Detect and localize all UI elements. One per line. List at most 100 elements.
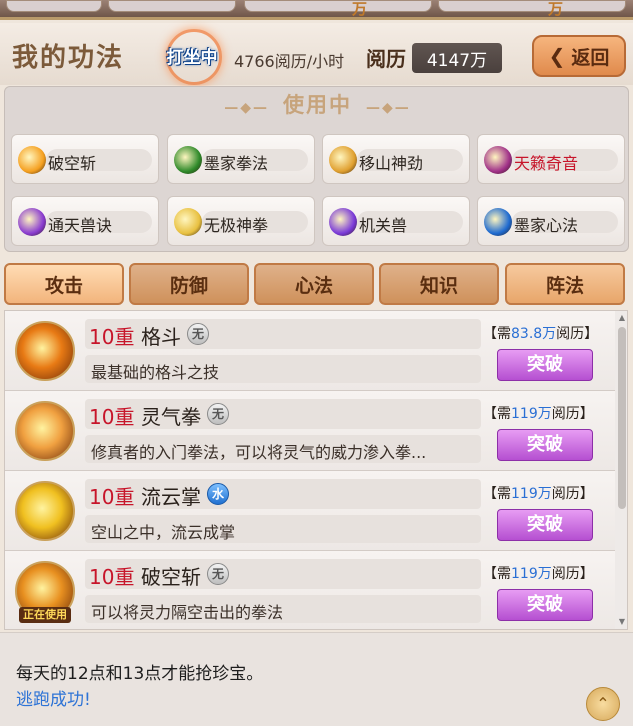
back-button[interactable]: ❮ 返回 [532,35,626,77]
slot-label: 天籁奇音 [514,154,579,173]
in-use-title: —◆— 使用中 —◆— [5,89,630,119]
tab-label: 知识 [419,274,458,297]
top-strip: 万 万 [0,0,633,20]
top-partial-text: 万 [352,0,368,18]
breakthrough-cost: 【需119万阅历】 [483,403,594,423]
element-badge-icon: 无 [207,403,229,425]
spirit-fist-icon[interactable] [15,401,75,461]
skill-name: 流云掌 [141,485,201,509]
combat-message[interactable]: 逃跑成功! [16,685,91,710]
back-label: 返回 [571,46,610,69]
cost-value: 119万 [511,406,552,422]
scroll-top-icon[interactable]: ⌃ [586,687,620,721]
slot-label: 破空斩 [48,154,97,173]
element-badge-icon: 无 [207,563,229,585]
xp-value: 4147万 [412,43,502,73]
skill-description: 可以将灵力隔空击出的拳法 [91,603,284,622]
breakthrough-button[interactable]: 突破 [497,349,593,381]
scrollbar-thumb[interactable] [618,327,626,509]
message-area: 每天的12点和13点才能抢珍宝。 逃跑成功! ⌃ [0,632,633,726]
slot-label: 通天兽诀 [48,216,113,235]
skill-level: 10重 [89,485,135,509]
top-tab-piece[interactable] [244,0,432,12]
cost-suffix: 阅历】 [556,326,599,342]
mech-beast-icon [329,208,357,236]
ornament-left-icon: —◆— [224,100,269,116]
slot-label: 机关兽 [359,216,408,235]
slash-icon [18,146,46,174]
cost-prefix: 【需 [483,326,511,342]
cost-suffix: 阅历】 [551,486,594,502]
in-use-slot[interactable]: 墨家心法 [477,196,625,246]
skill-list[interactable]: 10重 格斗无【需83.8万阅历】 最基础的格斗之技 突破 10重 灵气拳无【需119万阅… [4,310,628,630]
breakthrough-cost: 【需119万阅历】 [483,483,594,503]
scrollbar[interactable]: ▲ ▼ [615,311,627,629]
fist-fire-icon[interactable] [15,321,75,381]
top-tab-piece[interactable] [6,0,102,12]
cost-prefix: 【需 [483,406,511,422]
spirit-icon [484,208,512,236]
ornament-right-icon: —◆— [366,100,411,116]
skill-row: 正在使用 10重 破空斩无 【需119万阅历】可以将灵力隔空击出的拳法 突破 [5,551,615,629]
slot-label: 墨家拳法 [204,154,269,173]
skill-name: 格斗 [141,325,181,349]
fist-icon [174,146,202,174]
top-tab-piece[interactable] [108,0,236,12]
tab-label: 心法 [294,274,333,297]
top-partial-text: 万 [548,0,564,18]
in-use-slot[interactable]: 移山神劲 [322,134,470,184]
in-use-panel: —◆— 使用中 —◆— 破空斩 墨家拳法 移山神劲 天籁奇音通天兽诀 无极神拳 机关兽 墨家心法 [4,86,629,252]
scroll-down-icon[interactable]: ▼ [617,617,627,626]
skill-name: 灵气拳 [141,405,201,429]
cost-value: 83.8万 [511,326,557,342]
breakthrough-button[interactable]: 突破 [497,429,593,461]
skill-row: 10重 灵气拳无 【需119万阅历】修真者的入门拳法，可以将灵气的威力渗入拳... 突… [5,391,615,471]
tab-label: 防御 [169,274,208,297]
breakthrough-cost: 【需83.8万阅历】 [483,323,598,343]
in-use-slot[interactable]: 墨家拳法 [167,134,315,184]
slot-label: 墨家心法 [514,216,579,235]
mountain-icon [329,146,357,174]
in-use-title-text: 使用中 [283,93,352,117]
slot-label: 无极神拳 [204,216,269,235]
skill-level: 10重 [89,325,135,349]
beast-icon [18,208,46,236]
xp-label: 阅历 [366,47,406,71]
cost-value: 119万 [511,486,552,502]
in-use-slot[interactable]: 无极神拳 [167,196,315,246]
cost-suffix: 阅历】 [551,406,594,422]
tab-defense[interactable]: 防御 [129,263,249,305]
skill-name: 破空斩 [141,565,201,589]
cost-suffix: 阅历】 [551,566,594,582]
tab-knowledge[interactable]: 知识 [379,263,499,305]
system-message: 每天的12点和13点才能抢珍宝。 [16,664,264,684]
in-use-tag: 正在使用 [19,607,71,623]
breakthrough-button[interactable]: 突破 [497,589,593,621]
top-tab-piece[interactable] [438,0,626,12]
breakthrough-button[interactable]: 突破 [497,509,593,541]
skill-description: 修真者的入门拳法，可以将灵气的威力渗入拳... [91,443,427,462]
scroll-up-icon[interactable]: ▲ [617,313,627,322]
tab-mind[interactable]: 心法 [254,263,374,305]
tab-attack[interactable]: 攻击 [4,263,124,305]
skill-level: 10重 [89,565,135,589]
meditate-label: 打坐中 [166,47,218,68]
in-use-slot[interactable]: 破空斩 [11,134,159,184]
in-use-slot[interactable]: 通天兽诀 [11,196,159,246]
skill-description: 空山之中，流云成掌 [91,523,236,542]
back-arrow-icon: ❮ [548,44,566,68]
tab-label: 攻击 [44,274,83,297]
music-icon [484,146,512,174]
tab-formation[interactable]: 阵法 [505,263,625,305]
skill-row: 10重 流云掌水 【需119万阅历】 空山之中，流云成掌 突破 [5,471,615,551]
tab-label: 阵法 [545,274,584,297]
cost-prefix: 【需 [483,566,511,582]
skill-description: 最基础的格斗之技 [91,363,220,382]
meditate-status[interactable]: 打坐中 [160,29,224,85]
in-use-slot[interactable]: 天籁奇音 [477,134,625,184]
cloud-palm-icon[interactable] [15,481,75,541]
in-use-slot[interactable]: 机关兽 [322,196,470,246]
skill-level: 10重 [89,405,135,429]
breakthrough-cost: 【需119万阅历】 [483,563,594,583]
palm-icon [174,208,202,236]
